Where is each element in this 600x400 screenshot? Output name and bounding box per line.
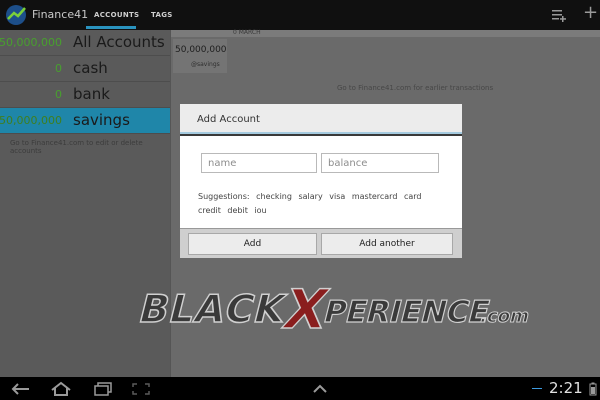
transaction-tile[interactable]: 50,000,000 @savings (173, 39, 227, 73)
account-row-cash[interactable]: 0 cash (0, 56, 170, 82)
transaction-tag: @savings (191, 61, 220, 68)
account-balance: 50,000,000 (0, 114, 62, 127)
dialog-footer: Add Add another (180, 228, 462, 258)
home-icon[interactable] (50, 381, 72, 397)
suggestion-card[interactable]: card (404, 192, 422, 201)
add-another-button[interactable]: Add another (321, 233, 453, 255)
tab-accounts[interactable]: ACCOUNTS (94, 11, 139, 19)
recent-apps-icon[interactable] (92, 381, 114, 397)
accounts-footer-note: Go to Finance41.com to edit or delete ac… (10, 139, 143, 155)
action-bar: Finance41 ACCOUNTS TAGS + (0, 0, 600, 30)
suggestions-line-1: Suggestions: checking salary visa master… (198, 192, 425, 201)
add-account-dialog: Add Account Suggestions: checking salary… (180, 104, 462, 258)
suggestion-visa[interactable]: visa (329, 192, 345, 201)
balance-input[interactable] (321, 153, 439, 173)
finance41-logo-icon[interactable] (4, 3, 28, 27)
status-divider (532, 388, 542, 389)
suggestion-iou[interactable]: iou (254, 206, 266, 215)
suggestions-line-2: credit debit iou (198, 206, 271, 215)
account-balance: 50,000,000 (0, 36, 62, 49)
add-button[interactable]: Add (188, 233, 317, 255)
account-name: cash (73, 59, 108, 77)
account-name: bank (73, 85, 110, 103)
account-row-savings[interactable]: 50,000,000 savings (0, 108, 170, 134)
system-bar: 2:21 (0, 377, 600, 400)
svg-text:PERIENCE: PERIENCE (320, 295, 493, 329)
dialog-title: Add Account (197, 114, 260, 125)
account-balance: 0 (55, 62, 62, 75)
transactions-footer-note: Go to Finance41.com for earlier transact… (337, 84, 494, 92)
suggestion-salary[interactable]: salary (298, 192, 322, 201)
svg-text:.com: .com (478, 306, 532, 327)
tab-tags[interactable]: TAGS (151, 11, 173, 19)
account-name: All Accounts (73, 33, 165, 51)
transaction-amount: 50,000,000 (175, 45, 227, 55)
suggestion-mastercard[interactable]: mastercard (352, 192, 398, 201)
account-balance: 0 (55, 88, 62, 101)
month-header: 0 MARCH (171, 29, 600, 37)
app-title: Finance41 (32, 8, 89, 21)
clock[interactable]: 2:21 (549, 379, 583, 397)
month-label: 0 MARCH (233, 29, 261, 36)
dialog-header: Add Account (180, 104, 462, 134)
tab-accounts-indicator (86, 26, 136, 29)
battery-icon[interactable] (588, 381, 598, 397)
svg-text:BLACK: BLACK (135, 288, 292, 332)
suggestions-label: Suggestions: (198, 192, 250, 201)
suggestion-debit[interactable]: debit (227, 206, 247, 215)
account-row-bank[interactable]: 0 bank (0, 82, 170, 108)
dialog-body: Suggestions: checking salary visa master… (180, 136, 462, 228)
plus-icon[interactable]: + (583, 4, 598, 22)
up-chevron-icon[interactable] (310, 381, 330, 397)
account-name: savings (73, 111, 130, 129)
suggestion-credit[interactable]: credit (198, 206, 221, 215)
screenshot-icon[interactable] (130, 381, 152, 397)
back-icon[interactable] (10, 381, 32, 397)
blackxperience-watermark: BLACK X PERIENCE .com (134, 277, 532, 340)
filter-list-icon[interactable] (551, 7, 567, 23)
suggestion-checking[interactable]: checking (256, 192, 292, 201)
name-input[interactable] (201, 153, 317, 173)
account-row-all-accounts[interactable]: 50,000,000 All Accounts (0, 30, 170, 56)
